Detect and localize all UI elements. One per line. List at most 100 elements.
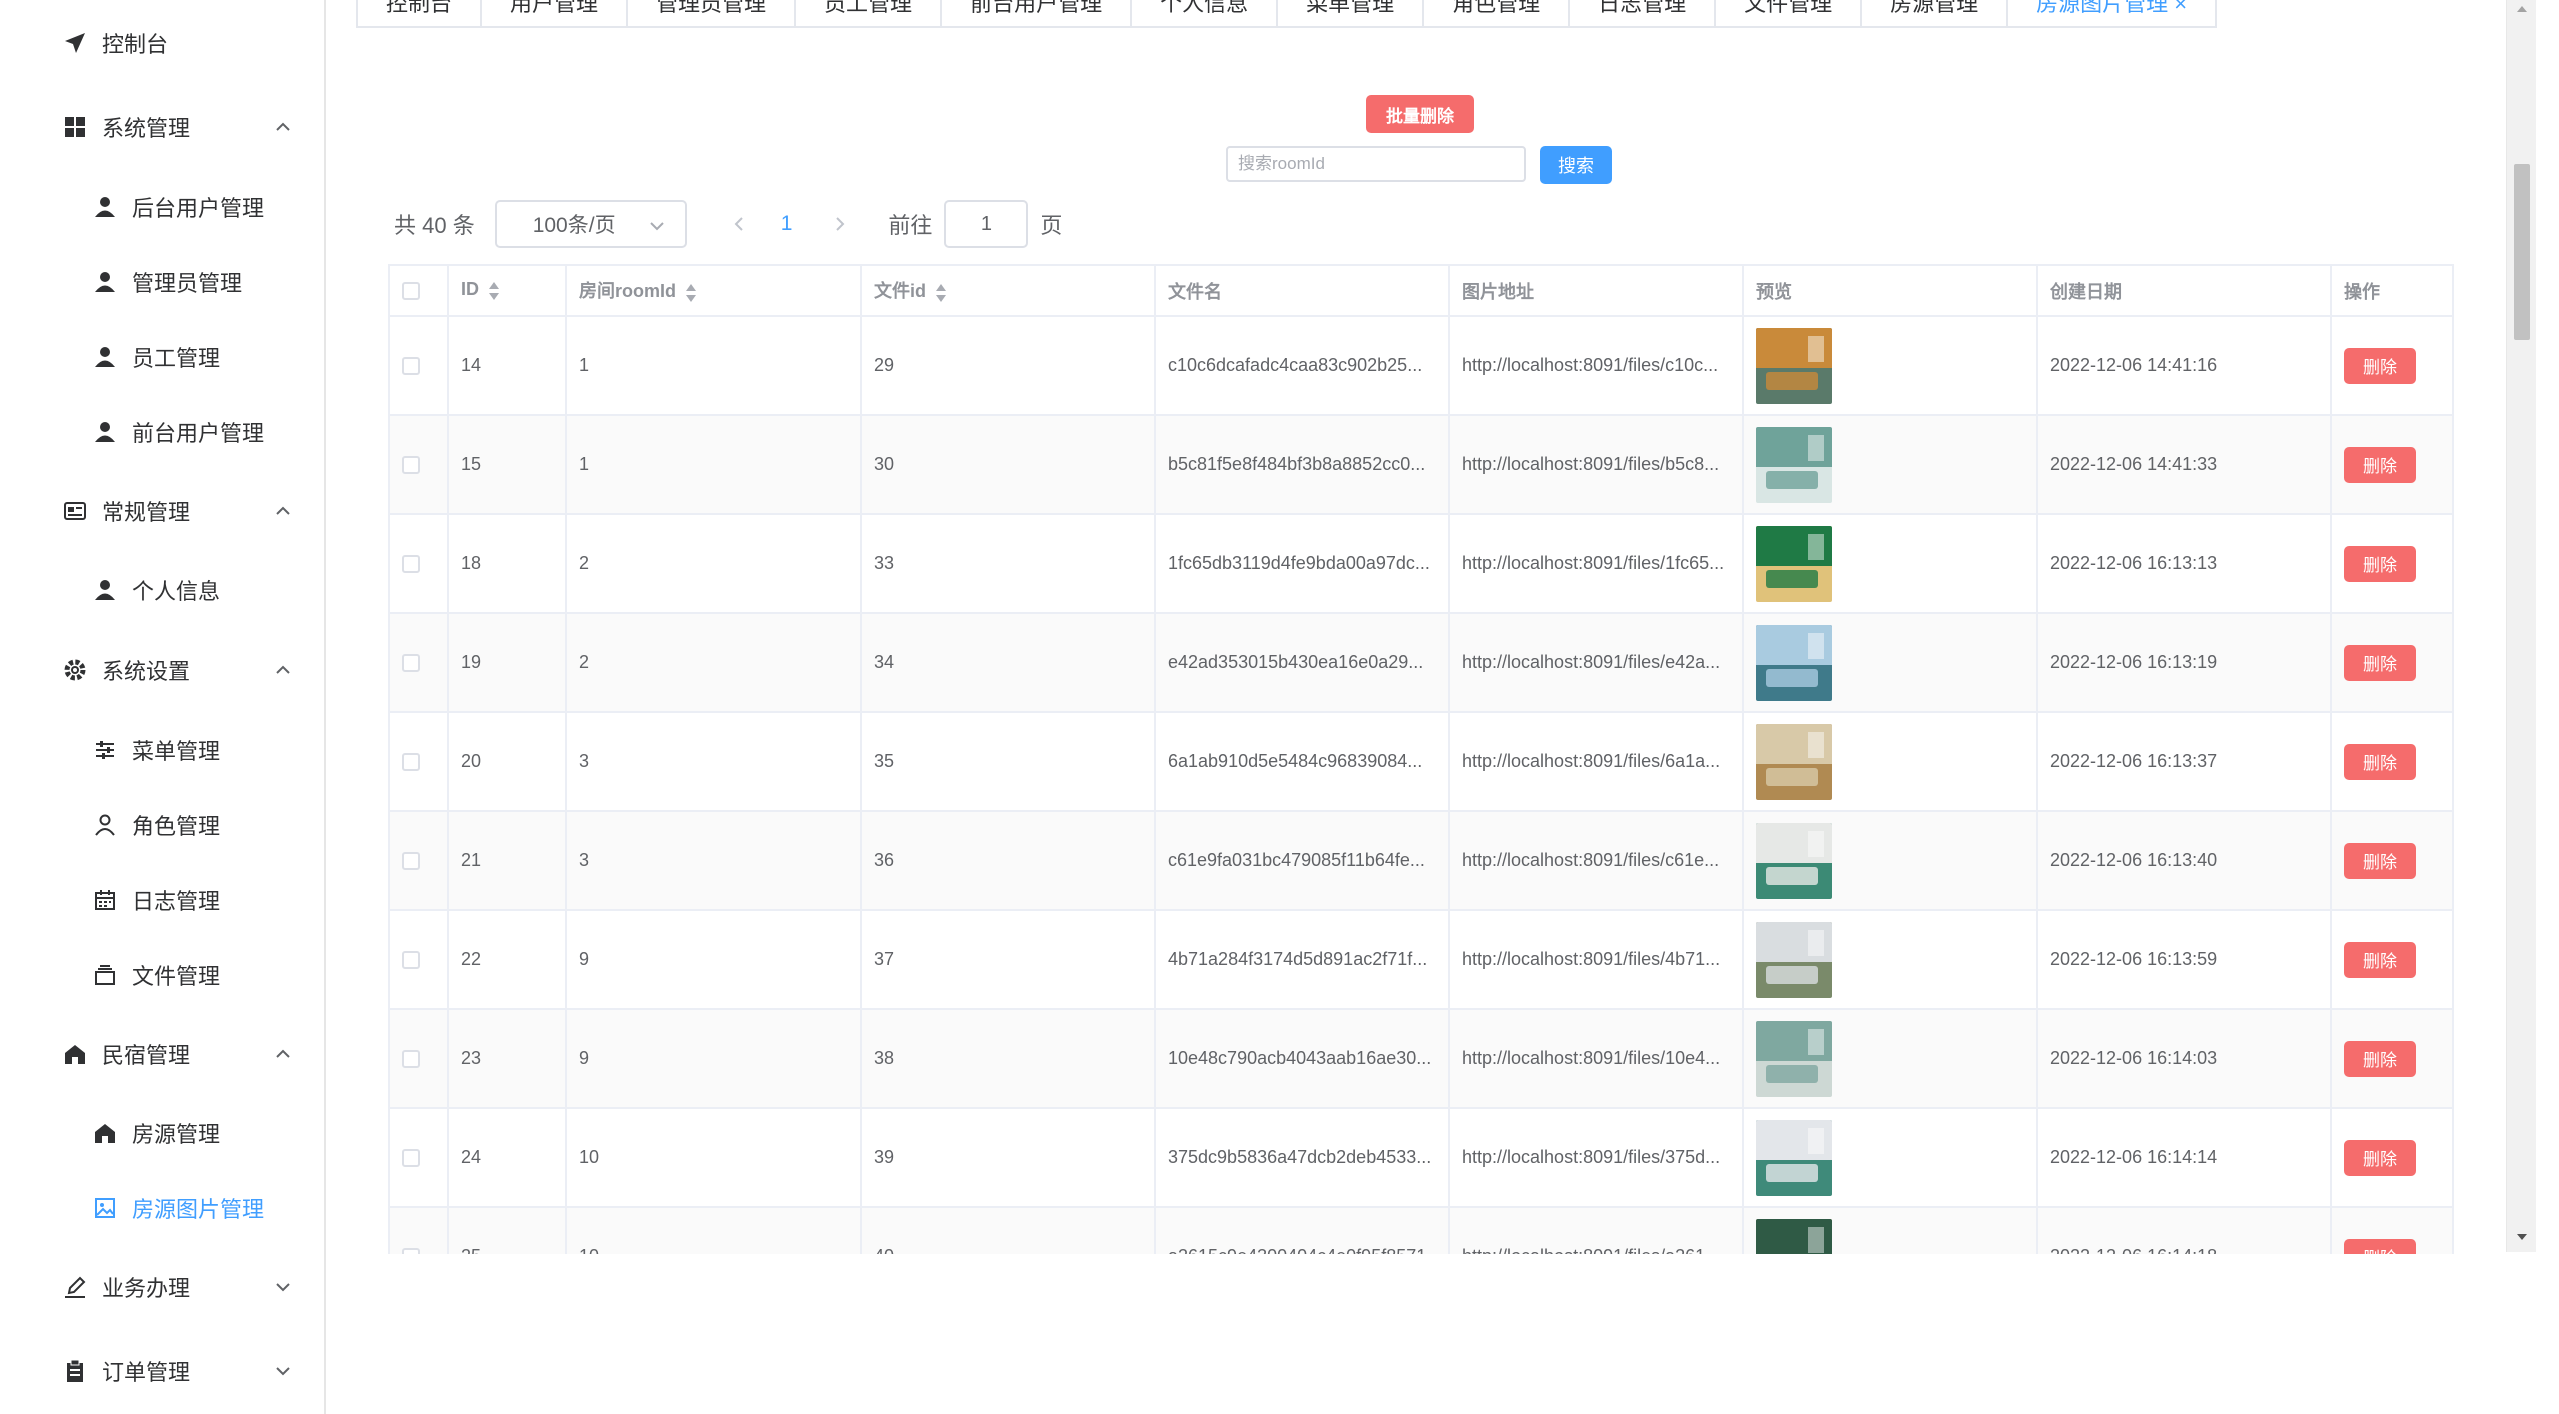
cell-file-id: 33 xyxy=(861,514,1156,614)
page-number-current[interactable]: 1 xyxy=(781,212,793,236)
menu-menu-management[interactable]: 菜单管理 xyxy=(0,713,324,787)
delete-button[interactable]: 删除 xyxy=(2344,1139,2416,1176)
row-checkbox[interactable] xyxy=(402,852,420,871)
column-header-file-id[interactable]: 文件id xyxy=(861,266,1156,317)
menu-business[interactable]: 业务办理 xyxy=(0,1250,324,1324)
goto-page-input[interactable] xyxy=(944,200,1029,248)
table-row[interactable]: 15 1 30 b5c81f5e8f484bf3b8a8852cc0... http:/… xyxy=(390,415,2452,515)
tab-staff[interactable]: 员工管理 xyxy=(796,0,943,26)
gear-icon xyxy=(62,657,88,683)
delete-button[interactable]: 删除 xyxy=(2344,1238,2416,1254)
prev-page-button[interactable] xyxy=(727,214,751,234)
tab-frontend-users[interactable]: 前台用户管理 xyxy=(942,0,1133,26)
tab-users[interactable]: 用户管理 xyxy=(482,0,629,26)
row-select-cell xyxy=(390,1108,449,1208)
vertical-scrollbar[interactable] xyxy=(2506,0,2536,1252)
room-photo-thumbnail[interactable] xyxy=(1756,1020,1832,1097)
menu-room-management[interactable]: 房源管理 xyxy=(0,1096,324,1170)
menu-orders[interactable]: 订单管理 xyxy=(0,1334,324,1408)
room-photo-thumbnail[interactable] xyxy=(1756,822,1832,899)
row-checkbox[interactable] xyxy=(402,951,420,970)
next-page-button[interactable] xyxy=(828,214,852,234)
row-checkbox[interactable] xyxy=(402,1248,420,1254)
table-row[interactable]: 14 1 29 c10c6dcafadc4caa83c902b25... http://… xyxy=(390,316,2452,416)
search-input[interactable] xyxy=(1226,146,1526,182)
tab-logs[interactable]: 日志管理 xyxy=(1570,0,1717,26)
menu-room-image-management[interactable]: 房源图片管理 xyxy=(0,1171,324,1245)
table-row[interactable]: 251040a2615c9e4300404c4e0f95f8571...http… xyxy=(390,1207,2452,1255)
menu-system-settings[interactable]: 系统设置 xyxy=(0,633,324,707)
delete-button[interactable]: 删除 xyxy=(2344,446,2416,483)
room-photo-thumbnail[interactable] xyxy=(1756,525,1832,602)
menu-system-management[interactable]: 系统管理 xyxy=(0,90,324,164)
menu-admin-management[interactable]: 管理员管理 xyxy=(0,245,324,319)
cell-file-id: 37 xyxy=(861,910,1156,1010)
menu-backend-users[interactable]: 后台用户管理 xyxy=(0,170,324,244)
delete-button[interactable]: 删除 xyxy=(2344,644,2416,681)
menu-frontend-users[interactable]: 前台用户管理 xyxy=(0,395,324,469)
sort-icon[interactable] xyxy=(684,282,698,304)
delete-button[interactable]: 删除 xyxy=(2344,842,2416,879)
row-checkbox[interactable] xyxy=(402,357,420,376)
tab-admins[interactable]: 管理员管理 xyxy=(628,0,797,26)
table-row[interactable]: 21 3 36 c61e9fa031bc479085f11b64fe... http:/… xyxy=(390,811,2452,911)
cell-actions: 删除 xyxy=(2331,1009,2452,1109)
menu-general-management[interactable]: 常规管理 xyxy=(0,474,324,548)
menu-dashboard[interactable]: 控制台 xyxy=(0,6,324,80)
tab-rooms[interactable]: 房源管理 xyxy=(1862,0,2009,26)
tab-room-images[interactable]: 房源图片管理 × xyxy=(2008,0,2215,26)
column-header-id[interactable]: ID xyxy=(448,266,567,317)
scroll-up-arrow-icon[interactable] xyxy=(2516,4,2528,14)
chevron-up-icon xyxy=(276,122,290,131)
page-size-select[interactable]: 100条/页 xyxy=(494,200,687,248)
room-photo-thumbnail[interactable] xyxy=(1756,1119,1832,1196)
row-checkbox[interactable] xyxy=(402,753,420,772)
room-photo-thumbnail[interactable] xyxy=(1756,723,1832,800)
menu-file-management[interactable]: 文件管理 xyxy=(0,938,324,1012)
house-icon xyxy=(62,1041,88,1067)
row-checkbox[interactable] xyxy=(402,1149,420,1168)
row-checkbox[interactable] xyxy=(402,1050,420,1069)
menu-log-management[interactable]: 日志管理 xyxy=(0,863,324,937)
scroll-down-arrow-icon[interactable] xyxy=(2516,1232,2528,1242)
delete-button[interactable]: 删除 xyxy=(2344,347,2416,384)
table-row[interactable]: 22 9 37 4b71a284f3174d5d891ac2f71f... http:/… xyxy=(390,910,2452,1010)
row-checkbox[interactable] xyxy=(402,654,420,673)
room-photo-thumbnail[interactable] xyxy=(1756,426,1832,503)
select-all-checkbox[interactable] xyxy=(402,282,420,301)
cell-preview xyxy=(1743,1009,2038,1109)
tab-dashboard[interactable]: 控制台 xyxy=(358,0,483,26)
menu-homestay-management[interactable]: 民宿管理 xyxy=(0,1017,324,1091)
delete-button[interactable]: 删除 xyxy=(2344,941,2416,978)
tab-menus[interactable]: 菜单管理 xyxy=(1278,0,1425,26)
room-photo-thumbnail[interactable] xyxy=(1756,921,1832,998)
scrollbar-thumb[interactable] xyxy=(2514,164,2530,340)
room-photo-thumbnail[interactable] xyxy=(1756,624,1832,701)
room-photo-thumbnail[interactable] xyxy=(1756,327,1832,404)
room-photo-thumbnail[interactable] xyxy=(1756,1218,1832,1255)
table-row[interactable]: 23 9 38 10e48c790acb4043aab16ae30... http://… xyxy=(390,1009,2452,1109)
table-row[interactable]: 24 10 39 375dc9b5836a47dcb2deb4533... http:/… xyxy=(390,1108,2452,1208)
table-row[interactable]: 20 3 35 6a1ab910d5e5484c96839084... http://l… xyxy=(390,712,2452,812)
table-row[interactable]: 18 2 33 1fc65db3119d4fe9bda00a97dc... http:/… xyxy=(390,514,2452,614)
delete-button[interactable]: 删除 xyxy=(2344,545,2416,582)
clipboard-icon xyxy=(62,1358,88,1384)
cell-room-id: 9 xyxy=(566,910,862,1010)
menu-personal-info[interactable]: 个人信息 xyxy=(0,553,324,627)
row-checkbox[interactable] xyxy=(402,456,420,475)
delete-button[interactable]: 删除 xyxy=(2344,743,2416,780)
sort-icon[interactable] xyxy=(487,280,501,302)
search-button[interactable]: 搜索 xyxy=(1540,146,1612,184)
menu-role-management[interactable]: 角色管理 xyxy=(0,788,324,862)
tab-personal-info[interactable]: 个人信息 xyxy=(1132,0,1279,26)
sort-icon[interactable] xyxy=(934,282,948,304)
delete-button[interactable]: 删除 xyxy=(2344,1040,2416,1077)
row-checkbox[interactable] xyxy=(402,555,420,574)
cell-image-url: http://localhost:8091/files/c10c... xyxy=(1449,316,1744,416)
table-row[interactable]: 19 2 34 e42ad353015b430ea16e0a29... http://l… xyxy=(390,613,2452,713)
tab-files[interactable]: 文件管理 xyxy=(1716,0,1863,26)
menu-staff-management[interactable]: 员工管理 xyxy=(0,320,324,394)
column-header-room-id[interactable]: 房间roomId xyxy=(566,266,862,317)
batch-delete-button[interactable]: 批量删除 xyxy=(1366,95,1474,133)
tab-roles[interactable]: 角色管理 xyxy=(1424,0,1571,26)
